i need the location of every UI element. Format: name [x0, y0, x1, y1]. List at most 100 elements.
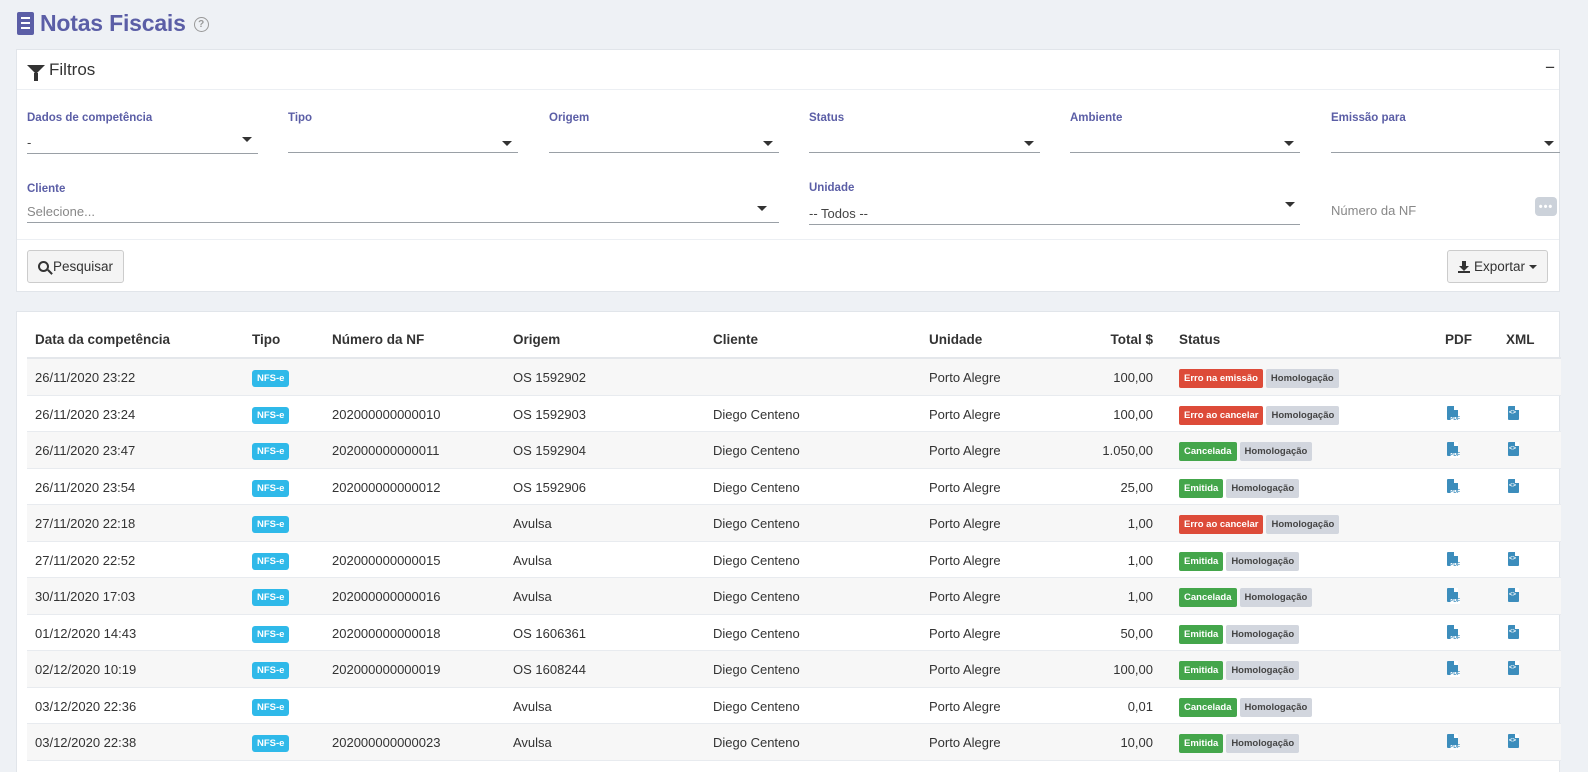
cell-tipo: NFS-e — [252, 552, 290, 570]
ambiente-badge: Homologação — [1226, 551, 1300, 571]
table-row[interactable]: 27/11/2020 22:18 NFS-e Avulsa Diego Centeno… — [27, 505, 1561, 542]
cell-total: 1,00 — [1127, 589, 1153, 604]
pdf-file-icon[interactable] — [1447, 661, 1460, 677]
pdf-file-icon[interactable] — [1447, 442, 1460, 458]
numero-nf-input[interactable]: Número da NF ••• — [1331, 191, 1560, 226]
status-badge: Emitida — [1179, 734, 1224, 753]
cell-date: 26/11/2020 23:24 — [35, 406, 136, 422]
cell-status: Erro na emissão Homologação — [1179, 369, 1342, 388]
competencia-select[interactable]: Dados de competência - — [27, 112, 258, 157]
col-tipo[interactable]: Tipo — [252, 332, 280, 347]
export-button[interactable]: Exportar — [1446, 250, 1548, 283]
cell-cliente: Diego Centeno — [713, 698, 800, 714]
xml-file-icon[interactable] — [1508, 588, 1519, 602]
table-row[interactable]: 03/12/2020 22:38 NFS-e 202000000000023 Avul… — [27, 724, 1561, 761]
xml-file-icon[interactable] — [1508, 442, 1519, 456]
chevron-down-icon — [1024, 141, 1034, 146]
ambiente-label: Ambiente — [1070, 112, 1123, 124]
chevron-down-icon — [242, 137, 252, 142]
unidade-label: Unidade — [809, 182, 855, 194]
tipo-badge: NFS-e — [252, 443, 290, 460]
ambiente-badge: Homologação — [1239, 442, 1313, 461]
cell-total: 0,01 — [1127, 698, 1153, 714]
col-cliente[interactable]: Cliente — [713, 332, 758, 347]
xml-file-icon[interactable] — [1508, 405, 1519, 420]
ambiente-select[interactable]: Ambiente — [1070, 112, 1300, 157]
cliente-select[interactable]: Cliente Selecione... — [27, 183, 779, 225]
cell-total: 1,00 — [1127, 552, 1153, 568]
search-button[interactable]: Pesquisar — [27, 250, 125, 283]
status-badge: Emitida — [1179, 661, 1224, 680]
table-row[interactable]: 26/11/2020 23:54 NFS-e 202000000000012 OS 1… — [27, 469, 1561, 505]
tipo-select[interactable]: Tipo — [288, 112, 518, 157]
cell-origem: OS 1606361 — [513, 625, 587, 641]
tipo-badge: NFS-e — [252, 662, 290, 679]
xml-file-icon[interactable] — [1508, 478, 1519, 493]
cliente-label: Cliente — [27, 183, 66, 195]
table-row[interactable]: 27/11/2020 22:52 NFS-e 202000000000015 Avul… — [27, 542, 1561, 578]
status-badge: Cancelada — [1179, 697, 1237, 717]
more-options-button[interactable]: ••• — [1535, 197, 1557, 216]
col-unidade[interactable]: Unidade — [929, 332, 982, 347]
pdf-file-icon[interactable] — [1447, 734, 1460, 750]
receipt-icon — [17, 11, 34, 35]
cell-unidade: Porto Alegre — [929, 406, 1001, 422]
table-row[interactable]: 26/11/2020 23:22 NFS-e OS 1592902 Porto Ale… — [27, 359, 1561, 396]
table-row[interactable]: 03/12/2020 22:36 NFS-e Avulsa Diego Centeno… — [27, 688, 1561, 724]
pdf-file-icon[interactable] — [1447, 405, 1460, 422]
cell-status: Cancelada Homologação — [1179, 442, 1315, 461]
cell-status: Emitida Homologação — [1179, 478, 1302, 498]
table-row[interactable]: 26/11/2020 23:47 NFS-e 202000000000011 OS 1… — [27, 432, 1561, 469]
status-select[interactable]: Status — [809, 112, 1040, 157]
cell-total: 25,00 — [1120, 479, 1153, 495]
tipo-badge: NFS-e — [252, 552, 290, 570]
table-row[interactable]: 02/12/2020 10:19 NFS-e 202000000000019 OS 1… — [27, 651, 1561, 688]
cell-tipo: NFS-e — [252, 369, 290, 387]
cell-cliente: Diego Centeno — [713, 443, 800, 458]
xml-file-icon[interactable] — [1508, 734, 1519, 748]
col-status[interactable]: Status — [1179, 332, 1220, 347]
cell-unidade: Porto Alegre — [929, 735, 1001, 750]
cell-status: Erro ao cancelar Homologação — [1179, 515, 1342, 534]
cell-status: Emitida Homologação — [1179, 551, 1302, 571]
pdf-file-icon[interactable] — [1447, 551, 1460, 568]
cell-xml — [1508, 588, 1519, 605]
col-numero[interactable]: Número da NF — [332, 332, 424, 347]
col-total[interactable]: Total $ — [1110, 332, 1153, 347]
cell-unidade: Porto Alegre — [929, 552, 1001, 568]
cell-tipo: NFS-e — [252, 588, 290, 606]
collapse-button[interactable]: − — [1545, 58, 1555, 78]
xml-file-icon[interactable] — [1508, 661, 1519, 675]
emissao-select[interactable]: Emissão para — [1331, 112, 1560, 157]
cell-total: 100,00 — [1113, 370, 1153, 385]
pdf-file-icon[interactable] — [1447, 624, 1460, 641]
cell-date: 02/12/2020 10:19 — [35, 662, 137, 677]
cell-numero: 202000000000018 — [332, 625, 441, 641]
help-icon[interactable]: ? — [193, 17, 209, 32]
cell-origem: OS 1592902 — [513, 370, 587, 385]
export-button-label: Exportar — [1473, 259, 1525, 274]
table-row[interactable]: 01/12/2020 14:43 NFS-e 202000000000018 OS 1… — [27, 615, 1561, 651]
pdf-file-icon[interactable] — [1447, 588, 1460, 604]
xml-file-icon[interactable] — [1508, 551, 1519, 566]
table-row[interactable]: 26/11/2020 23:24 NFS-e 202000000000010 OS 1… — [27, 396, 1561, 432]
cell-tipo: NFS-e — [252, 698, 290, 716]
origem-select[interactable]: Origem — [549, 112, 779, 157]
filters-header[interactable]: Filtros − — [17, 50, 1559, 90]
cell-tipo: NFS-e — [252, 515, 290, 533]
cell-pdf — [1447, 661, 1460, 678]
unidade-select[interactable]: Unidade -- Todos -- — [809, 182, 1300, 226]
ambiente-badge: Homologação — [1226, 734, 1300, 753]
cell-tipo: NFS-e — [252, 625, 290, 643]
col-pdf: PDF — [1445, 332, 1472, 347]
cell-numero: 202000000000023 — [332, 735, 441, 750]
xml-file-icon[interactable] — [1508, 624, 1519, 639]
cell-cliente: Diego Centeno — [713, 625, 800, 641]
col-date[interactable]: Data da competência — [35, 332, 170, 347]
cell-date: 26/11/2020 23:47 — [35, 443, 136, 458]
search-icon — [38, 261, 49, 272]
tipo-badge: NFS-e — [252, 406, 290, 424]
col-origem[interactable]: Origem — [513, 332, 560, 347]
table-row[interactable]: 30/11/2020 17:03 NFS-e 202000000000016 Avul… — [27, 578, 1561, 615]
pdf-file-icon[interactable] — [1447, 478, 1460, 495]
